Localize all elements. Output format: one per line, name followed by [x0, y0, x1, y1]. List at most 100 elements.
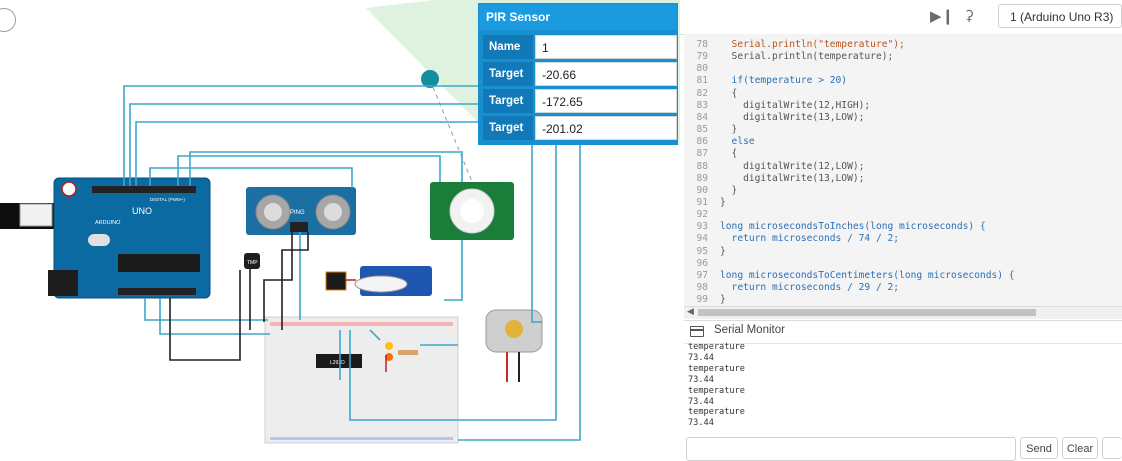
line-number: 82 — [696, 87, 708, 99]
pir-target-y2-input[interactable]: -201.02 — [535, 116, 677, 140]
code-text: return microseconds / 74 / 2; — [720, 233, 900, 245]
send-button[interactable]: Send — [1020, 437, 1058, 459]
code-text: Serial.println("temperature"); — [720, 39, 905, 50]
line-number: 79 — [696, 51, 708, 63]
pir-field-label: Target Y — [483, 116, 533, 158]
pir-field-target-y-2: Target Y -201.02 — [483, 116, 677, 158]
code-line: 94 return microseconds / 74 / 2; — [684, 233, 899, 245]
code-line: 83 digitalWrite(12,HIGH); — [684, 100, 870, 112]
code-line: 92 — [684, 209, 720, 221]
line-number: 84 — [696, 111, 708, 123]
pir-target-y-input[interactable]: -172.65 — [535, 89, 677, 113]
serial-output-line: temperature — [688, 363, 745, 374]
code-editor[interactable]: 78 Serial.println("temperature"); 79 Seri… — [684, 34, 1122, 306]
pir-field-target-x: Target X -20.66 — [483, 62, 677, 104]
line-number: 93 — [696, 221, 708, 233]
pir-field-name: Name 1 — [483, 35, 677, 59]
serial-output-line: 73.44 — [688, 352, 714, 363]
code-line: 91} — [684, 196, 726, 209]
line-number: 88 — [696, 160, 708, 172]
code-text: { — [720, 87, 738, 99]
arduino-digital-label: DIGITAL (PWM~) — [150, 197, 185, 202]
code-text: } — [720, 196, 726, 208]
step-forward-icon[interactable]: ▶❙ — [930, 7, 954, 25]
code-line: 95} — [684, 245, 726, 258]
serial-output-line: temperature — [688, 342, 745, 352]
code-line: 79 Serial.println(temperature); — [684, 51, 893, 63]
more-options-button[interactable] — [1102, 437, 1122, 459]
line-number: 78 — [696, 39, 708, 50]
code-line: 80 — [684, 63, 720, 75]
code-line: 99} — [684, 294, 725, 306]
code-text: digitalWrite(13,LOW); — [720, 111, 865, 123]
code-line: 88 digitalWrite(12,LOW); — [684, 161, 864, 173]
line-number: 87 — [696, 148, 708, 160]
code-text: Serial.println(temperature); — [720, 51, 894, 63]
pir-sensor-dome-inner — [460, 199, 484, 223]
scrollbar-thumb[interactable] — [698, 309, 1036, 316]
dc-motor-shaft — [505, 320, 523, 338]
arduino-power-jack — [48, 270, 78, 296]
code-line: 98 return microseconds / 29 / 2; — [684, 282, 899, 294]
digital-header — [92, 186, 196, 193]
code-line: 81 if(temperature > 20) — [684, 75, 847, 87]
arduino-chip — [118, 254, 200, 272]
line-number: 81 — [696, 75, 708, 87]
serial-input[interactable] — [686, 437, 1016, 461]
pir-name-input[interactable]: 1 — [535, 35, 677, 59]
pir-target-x-input[interactable]: -20.66 — [535, 62, 677, 86]
code-line: 96 — [684, 258, 720, 270]
ultrasonic-eye-left-inner — [264, 203, 282, 221]
code-text: digitalWrite(13,LOW); — [720, 172, 865, 184]
code-text: long microsecondsToCentimeters(long micr… — [720, 269, 1015, 281]
circuit-canvas[interactable]: UNO ARDUINO DIGITAL (PWM~) PING TMP L293… — [0, 0, 680, 455]
led-yellow — [385, 342, 393, 350]
code-text: else — [720, 136, 755, 148]
resistor — [398, 350, 418, 355]
code-line: 82 { — [684, 88, 737, 100]
code-text: } — [720, 124, 738, 136]
code-text: return microseconds / 29 / 2; — [720, 282, 900, 293]
servo-horn — [354, 275, 408, 293]
pir-field-label: Name — [483, 35, 533, 59]
code-text: long microsecondsToInches(long microseco… — [720, 221, 986, 233]
pir-field-label: Target X — [483, 62, 533, 104]
code-text: { — [720, 148, 738, 160]
arduino-crystal — [88, 234, 110, 246]
breadboard — [264, 316, 459, 444]
line-number: 90 — [696, 184, 708, 196]
usb-plug — [19, 203, 53, 227]
line-number: 94 — [696, 233, 708, 245]
ping-label: PING — [290, 210, 305, 216]
line-number: 83 — [696, 99, 708, 111]
analog-header — [118, 288, 196, 295]
pir-field-target-y: Target Y -172.65 — [483, 89, 677, 131]
ultrasonic-pins — [290, 222, 308, 232]
serial-output-line: 73.44 — [688, 396, 714, 407]
serial-monitor-icon — [690, 326, 704, 337]
breadboard-rail-top — [270, 322, 453, 326]
arduino-brand-label: ARDUINO — [95, 220, 121, 226]
serial-monitor-header[interactable]: Serial Monitor — [684, 320, 1122, 344]
ultrasonic-eye-right-inner — [324, 203, 342, 221]
line-number: 92 — [696, 209, 708, 221]
pir-properties-panel: PIR Sensor Name 1 Target X -20.66 Target… — [478, 3, 678, 158]
board-select[interactable]: 1 (Arduino Uno R3) — [998, 4, 1122, 28]
code-line: 87 { — [684, 148, 737, 160]
line-number: 89 — [696, 172, 708, 184]
debug-icon[interactable]: ⚳ — [964, 7, 974, 24]
clear-button[interactable]: Clear — [1062, 437, 1098, 459]
line-number: 95 — [696, 245, 708, 257]
code-text: } — [720, 245, 726, 257]
code-horizontal-scrollbar[interactable]: ◀ — [684, 306, 1122, 319]
code-line: 93 long microsecondsToInches(long microse… — [684, 221, 986, 233]
line-number: 98 — [696, 282, 708, 293]
scroll-left-icon[interactable]: ◀ — [687, 306, 694, 317]
arduino-mount-hole — [61, 181, 77, 197]
arduino-uno-label: UNO — [132, 206, 152, 216]
line-number: 99 — [696, 294, 708, 306]
line-number: 96 — [696, 257, 708, 269]
code-line: 97 long microsecondsToCentimeters(long mi… — [684, 269, 1015, 282]
code-line: 84 digitalWrite(13,LOW); — [684, 112, 864, 124]
serial-output-line: 73.44 — [688, 374, 714, 385]
